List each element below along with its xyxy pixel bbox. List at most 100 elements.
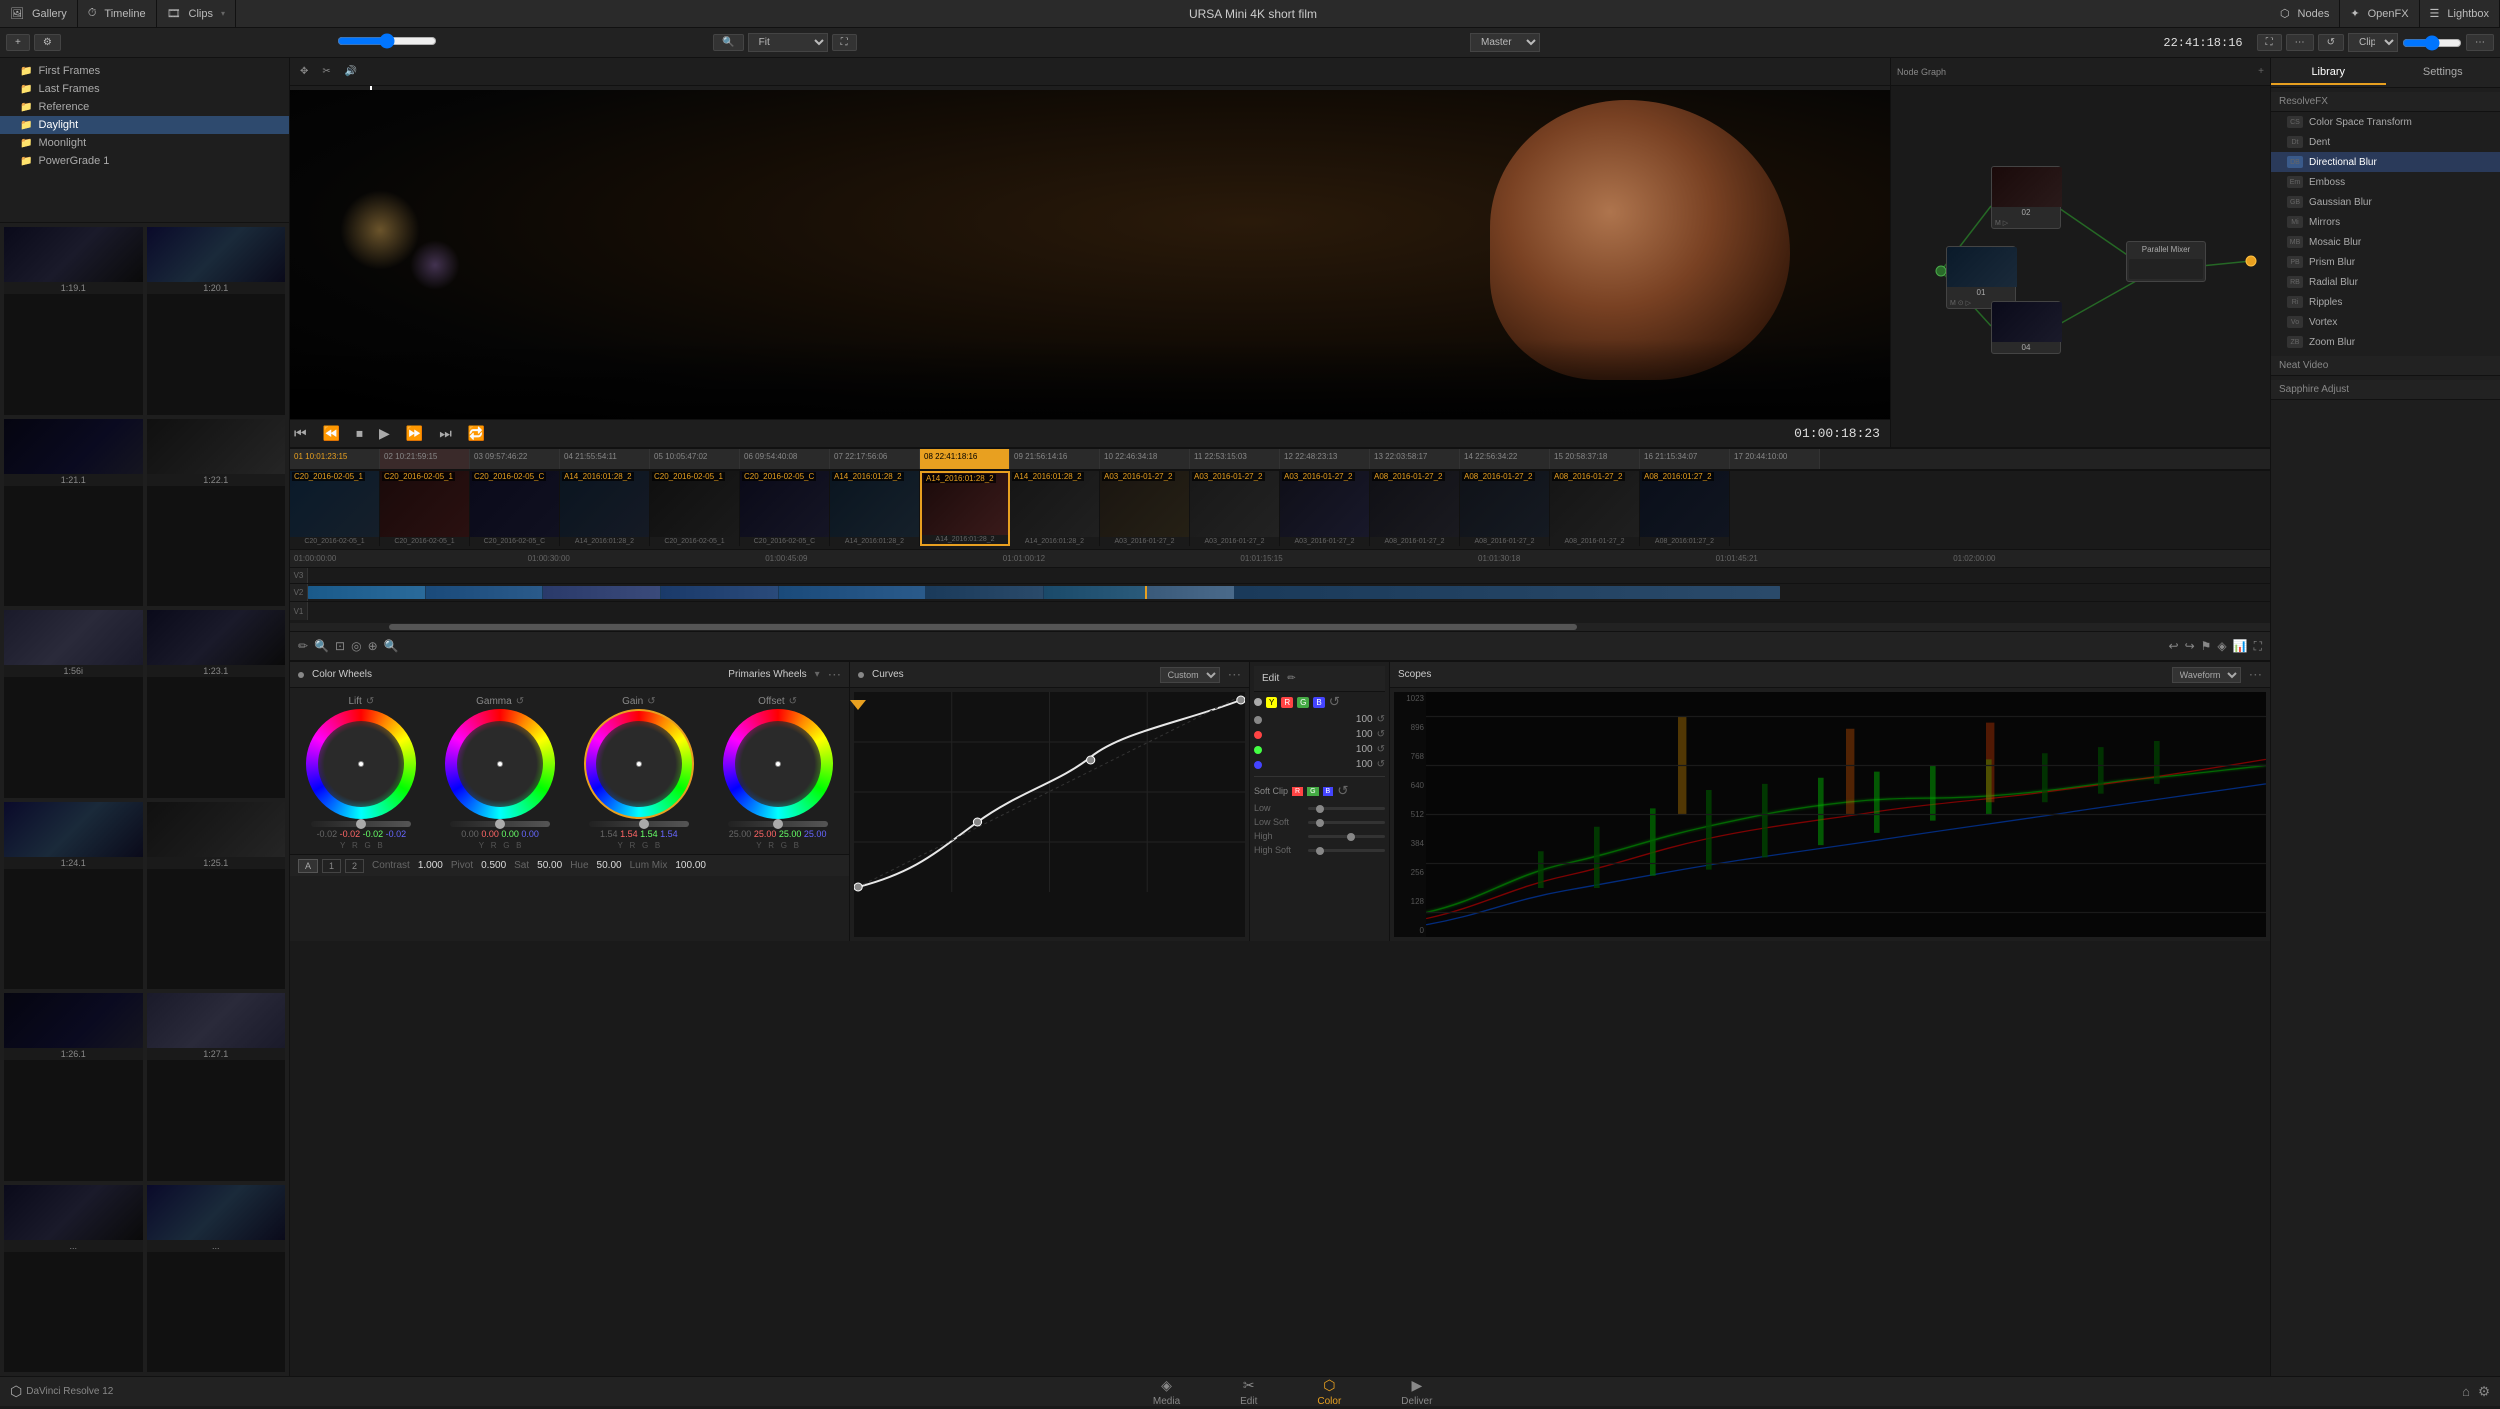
gamma-wheel-canvas[interactable]	[445, 709, 555, 819]
soft-clip-b-button[interactable]: B	[1323, 787, 1334, 796]
clip-num-13[interactable]: 13 22:03:58:17	[1370, 449, 1460, 469]
track-v1-clips[interactable]	[308, 602, 2270, 620]
list-item[interactable]: 1:56i	[4, 610, 143, 798]
low-soft-slider[interactable]	[1308, 821, 1385, 824]
y-reset-btn[interactable]: ↺	[1377, 714, 1385, 725]
top-bar-openfx[interactable]: ✦ OpenFX	[2340, 0, 2419, 27]
g-reset-btn[interactable]: ↺	[1377, 744, 1385, 755]
search-button[interactable]: 🔍	[713, 34, 743, 51]
viewer-fit-btn[interactable]: ⛶	[832, 34, 857, 51]
lightbox-label[interactable]: Lightbox	[2447, 8, 2489, 20]
color-tool-r[interactable]: ↩	[2169, 639, 2179, 653]
node-graph-canvas[interactable]: 01 M ⊙ ▷ 02 M ▷	[1891, 86, 2270, 447]
wheel-tab-a[interactable]: A	[298, 859, 318, 873]
clip-dropdown[interactable]: Clip	[2348, 33, 2398, 52]
clip-strip-item[interactable]: A03_2016-01-27_2 A03_2016-01-27_2	[1280, 471, 1370, 546]
nav-media[interactable]: ◈ Media	[1123, 1375, 1210, 1409]
sidebar-item-daylight[interactable]: 📁 Daylight	[0, 116, 289, 134]
high-slider[interactable]	[1308, 835, 1385, 838]
sidebar-item-last-frames[interactable]: 📁 Last Frames	[0, 80, 289, 98]
clip-strip-item[interactable]: C20_2016-02-05_C C20_2016-02-05_C	[740, 471, 830, 546]
clip-strip-item[interactable]: C20_2016-02-05_1 C20_2016-02-05_1	[380, 471, 470, 546]
gain-wheel-canvas[interactable]	[584, 709, 694, 819]
expand-button[interactable]: ⛶	[2257, 34, 2282, 51]
prev-frame-button[interactable]: ⏪	[319, 423, 344, 444]
loop-button[interactable]: 🔁	[464, 423, 489, 444]
openfx-label[interactable]: OpenFX	[2368, 8, 2409, 20]
top-bar-gallery[interactable]: 🖼 Gallery	[0, 0, 78, 27]
fx-item-radial-blur[interactable]: RB Radial Blur	[2271, 272, 2500, 292]
clip-num-05[interactable]: 05 10:05:47:02	[650, 449, 740, 469]
clip-num-03[interactable]: 03 09:57:46:22	[470, 449, 560, 469]
low-slider[interactable]	[1308, 807, 1385, 810]
sidebar-item-reference[interactable]: 📁 Reference	[0, 98, 289, 116]
scopes-more-button[interactable]: ⋯	[2249, 667, 2262, 683]
clip-strip-item[interactable]: A08_2016-01-27_2 A08_2016-01-27_2	[1550, 471, 1640, 546]
color-gallery-button[interactable]: ◈	[2217, 639, 2226, 653]
master-dropdown[interactable]: Master	[1470, 33, 1540, 52]
node-04[interactable]: 04	[1991, 301, 2061, 354]
top-bar-lightbox[interactable]: ☰ Lightbox	[2420, 0, 2500, 27]
list-item[interactable]: 1:21.1	[4, 419, 143, 607]
fx-item-emboss[interactable]: Em Emboss	[2271, 172, 2500, 192]
fx-item-vortex[interactable]: Vo Vortex	[2271, 312, 2500, 332]
clip-num-12[interactable]: 12 22:48:23:13	[1280, 449, 1370, 469]
high-soft-slider[interactable]	[1308, 849, 1385, 852]
list-item[interactable]: 1:24.1	[4, 802, 143, 990]
clip-num-07[interactable]: 07 22:17:56:06	[830, 449, 920, 469]
scrollbar-thumb[interactable]	[389, 624, 1577, 630]
clip-num-06[interactable]: 06 09:54:40:08	[740, 449, 830, 469]
fx-item-mirrors[interactable]: Mi Mirrors	[2271, 212, 2500, 232]
clip-strip-item-active[interactable]: A14_2016:01:28_2 A14_2016:01:28_2	[920, 471, 1010, 546]
list-item[interactable]: 1:19.1	[4, 227, 143, 415]
more-button[interactable]: ⋯	[2286, 34, 2314, 51]
list-item[interactable]: 1:26.1	[4, 993, 143, 1181]
channel-r-button[interactable]: R	[1281, 697, 1293, 708]
settings-button[interactable]: ⚙	[34, 34, 61, 51]
color-tool-f[interactable]: ↪	[2185, 639, 2195, 653]
tab-library[interactable]: Library	[2271, 61, 2386, 85]
b-reset-btn[interactable]: ↺	[1377, 759, 1385, 770]
clip-num-14[interactable]: 14 22:56:34:22	[1460, 449, 1550, 469]
clip-num-08[interactable]: 08 22:41:18:16	[920, 449, 1010, 469]
clips-label[interactable]: Clips	[189, 8, 213, 20]
home-button[interactable]: ⌂	[2462, 1384, 2470, 1400]
go-to-end-button[interactable]: ⏭	[435, 423, 456, 444]
node-02[interactable]: 02 M ▷	[1991, 166, 2061, 229]
node-01[interactable]: 01 M ⊙ ▷	[1946, 246, 2016, 309]
color-tool-2[interactable]: 🔍	[314, 639, 329, 653]
timeline-scrollbar[interactable]	[290, 623, 2270, 631]
refresh-button[interactable]: ↺	[2318, 34, 2344, 51]
settings-gear-button[interactable]: ⚙	[2478, 1384, 2490, 1400]
clip-strip-item[interactable]: A14_2016:01:28_2 A14_2016:01:28_2	[830, 471, 920, 546]
color-tool-4[interactable]: ◎	[351, 639, 361, 653]
nav-color[interactable]: ⬡ Color	[1287, 1375, 1371, 1409]
fx-item-gaussian-blur[interactable]: GB Gaussian Blur	[2271, 192, 2500, 212]
add-clip-button[interactable]: +	[6, 34, 30, 51]
clip-num-09[interactable]: 09 21:56:14:16	[1010, 449, 1100, 469]
fx-item-prism-blur[interactable]: PB Prism Blur	[2271, 252, 2500, 272]
soft-clip-r-button[interactable]: R	[1292, 787, 1303, 796]
clip-num-16[interactable]: 16 21:15:34:07	[1640, 449, 1730, 469]
clip-zoom-slider[interactable]	[2402, 35, 2462, 51]
track-v2-clips[interactable]	[308, 584, 2270, 601]
clip-more-button[interactable]: ⋯	[2466, 34, 2494, 51]
gallery-label[interactable]: Gallery	[32, 8, 67, 20]
timeline-clip-bar[interactable]	[308, 586, 1780, 599]
timeline-label[interactable]: Timeline	[104, 8, 145, 20]
color-tool-3[interactable]: ⊡	[335, 639, 345, 653]
channel-g-button[interactable]: G	[1297, 697, 1309, 708]
channel-y-button[interactable]: Y	[1266, 697, 1277, 708]
nav-edit[interactable]: ✂ Edit	[1210, 1375, 1287, 1409]
lift-slider[interactable]	[311, 821, 411, 827]
wheel-tab-2[interactable]: 2	[345, 859, 364, 873]
clip-strip-item[interactable]: C20_2016-02-05_1 C20_2016-02-05_1	[650, 471, 740, 546]
curves-mode-dropdown[interactable]: Custom	[1160, 667, 1220, 683]
fit-dropdown[interactable]: Fit100%	[748, 33, 828, 52]
stop-button[interactable]: ⏹	[352, 423, 367, 444]
tab-settings[interactable]: Settings	[2386, 61, 2500, 85]
scopes-mode-dropdown[interactable]: Waveform	[2172, 667, 2241, 683]
scope-button[interactable]: 📊	[2233, 639, 2248, 654]
gain-slider[interactable]	[589, 821, 689, 827]
clip-num-01[interactable]: 01 10:01:23:15	[290, 449, 380, 469]
